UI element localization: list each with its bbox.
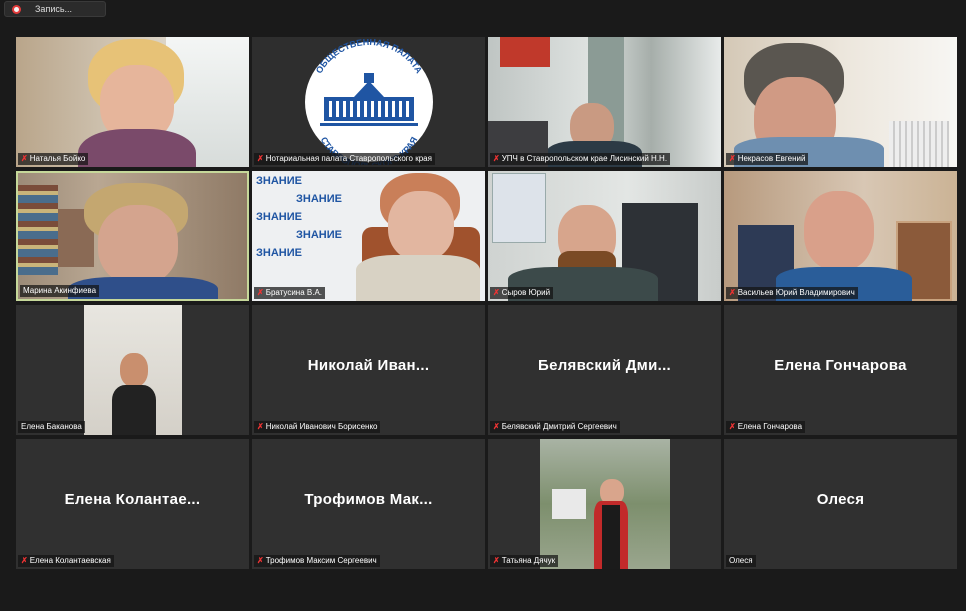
banner-backdrop: ЗНАНИЕ ЗНАНИЕ ЗНАНИЕ ЗНАНИЕ ЗНАНИЕ [256, 175, 342, 259]
organization-logo: ОБЩЕСТВЕННАЯ ПАЛАТА СТАВРОПОЛЬСКОГО КРАЯ [305, 39, 433, 165]
video-tile-off[interactable]: Белявский Дми... ✗ Белявский Дмитрий Сер… [488, 305, 721, 435]
mic-muted-icon: ✗ [493, 154, 500, 163]
mic-muted-icon: ✗ [729, 288, 736, 297]
participant-display-name: Белявский Дми... [537, 357, 672, 374]
participant-label: ✗ Некрасов Евгений [726, 153, 809, 165]
video-tile[interactable]: ✗ Сыров Юрий [488, 171, 721, 301]
mic-muted-icon: ✗ [21, 154, 28, 163]
participant-label: ✗ Елена Гончарова [726, 421, 806, 433]
participant-label: ✗ Трофимов Максим Сергеевич [254, 555, 380, 567]
participant-label: ✗ Николай Иванович Борисенко [254, 421, 381, 433]
participant-label: ✗ Нотариальная палата Ставропольского кр… [254, 153, 435, 165]
mic-muted-icon: ✗ [493, 422, 500, 431]
mic-muted-icon: ✗ [21, 556, 28, 565]
participant-display-name: Елена Гончарова [774, 357, 907, 374]
video-tile[interactable]: ✗ УПЧ в Ставропольском крае Лисинский Н.… [488, 37, 721, 167]
participant-label: ✗ Белявский Дмитрий Сергеевич [490, 421, 620, 433]
participant-label: ✗ Татьяна Дячук [490, 555, 559, 567]
mic-muted-icon: ✗ [257, 422, 264, 431]
participant-label: ✗ Елена Колантаевская [18, 555, 114, 567]
participant-label: ✗ УПЧ в Ставропольском крае Лисинский Н.… [490, 153, 671, 165]
participant-display-name: Елена Колантае... [64, 491, 201, 508]
recording-label: Запись... [35, 4, 73, 14]
video-tile-off[interactable]: Олеся Олеся [724, 439, 957, 569]
mic-muted-icon: ✗ [257, 556, 264, 565]
mic-muted-icon: ✗ [729, 422, 736, 431]
participant-display-name: Трофимов Мак... [304, 491, 433, 508]
record-icon [12, 4, 21, 14]
video-tile[interactable]: ✗ Васильев Юрий Владимирович [724, 171, 957, 301]
participant-label: ✗ Братусина В.А. [254, 287, 326, 299]
flag-emblem [500, 37, 550, 67]
mic-muted-icon: ✗ [257, 288, 264, 297]
video-tile-off[interactable]: Трофимов Мак... ✗ Трофимов Максим Сергее… [252, 439, 485, 569]
participant-label: ✗ Сыров Юрий [490, 287, 554, 299]
video-tile[interactable]: ОБЩЕСТВЕННАЯ ПАЛАТА СТАВРОПОЛЬСКОГО КРАЯ… [252, 37, 485, 167]
participant-display-name: Николай Иван... [307, 357, 430, 374]
participant-label: Марина Акинфиева [20, 285, 100, 297]
video-tile[interactable]: Елена Баканова [16, 305, 249, 435]
participant-label: ✗ Васильев Юрий Владимирович [726, 287, 858, 299]
video-tile-off[interactable]: Николай Иван... ✗ Николай Иванович Борис… [252, 305, 485, 435]
mic-muted-icon: ✗ [729, 154, 736, 163]
mic-muted-icon: ✗ [493, 556, 500, 565]
participant-label: Елена Баканова [18, 421, 85, 433]
mic-muted-icon: ✗ [493, 288, 500, 297]
video-tile[interactable]: ✗ Наталья Бойко [16, 37, 249, 167]
mic-muted-icon: ✗ [257, 154, 264, 163]
participant-label: Олеся [726, 555, 756, 567]
video-tile[interactable]: ЗНАНИЕ ЗНАНИЕ ЗНАНИЕ ЗНАНИЕ ЗНАНИЕ ✗ Бра… [252, 171, 485, 301]
video-tile-off[interactable]: Елена Гончарова ✗ Елена Гончарова [724, 305, 957, 435]
participant-display-name: Олеся [816, 491, 865, 508]
participant-label: ✗ Наталья Бойко [18, 153, 89, 165]
recording-indicator[interactable]: Запись... [4, 1, 106, 17]
video-tile-active-speaker[interactable]: Марина Акинфиева [16, 171, 249, 301]
video-tile[interactable]: ✗ Некрасов Евгений [724, 37, 957, 167]
video-tile[interactable]: ✗ Татьяна Дячук [488, 439, 721, 569]
video-tile-off[interactable]: Елена Колантае... ✗ Елена Колантаевская [16, 439, 249, 569]
